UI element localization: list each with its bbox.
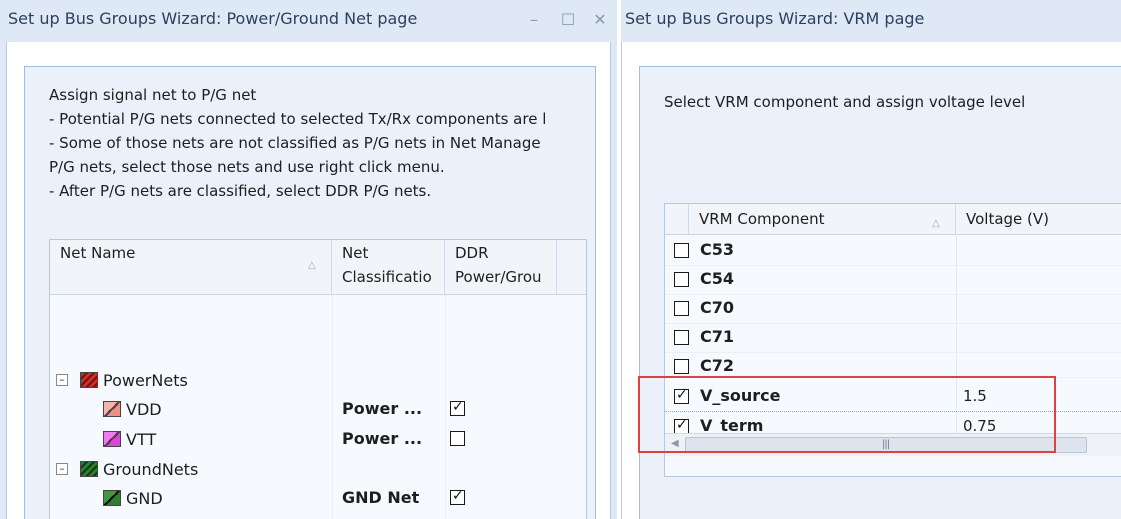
column-header-line: DDR [455,244,489,262]
sort-asc-icon: △ [308,260,316,271]
pg-grid-header: Net Name △ Net Classificatio DDR Power/G… [50,240,586,295]
vrm-instruction: Select VRM component and assign voltage … [664,93,1026,111]
net-classification-value: Power ... [342,429,423,448]
collapse-icon[interactable]: – [56,463,68,475]
column-header-voltage-label: Voltage (V) [966,210,1049,228]
right-window-title: Set up Bus Groups Wizard: VRM page [625,9,925,28]
vrm-row[interactable]: C70 [665,294,1121,324]
sort-asc-icon: △ [932,218,940,229]
instruction-line: - Some of those nets are not classified … [49,134,541,152]
ddr-pg-checkbox[interactable]: ✓ [450,488,465,505]
ddr-pg-checkbox[interactable]: ✓ [450,399,465,416]
vrm-row[interactable]: C54 [665,265,1121,295]
vrm-component-name: C70 [700,298,735,317]
highlight-box [638,376,1056,453]
column-header-vrm-component-label: VRM Component [699,210,825,228]
close-button[interactable]: ✕ [587,6,613,34]
vrm-component-name: C53 [700,240,735,259]
column-header-net-classification[interactable]: Net Classificatio [332,240,445,294]
vrm-row[interactable]: C71 [665,323,1121,353]
tree-node-label: GND [126,489,163,508]
column-header-line: Classificatio [342,268,432,286]
ground-net-icon [103,490,121,506]
column-header-net-name-label: Net Name [60,244,136,262]
tree-row-vtt[interactable]: VTT Power ... [50,425,586,454]
vrm-row[interactable]: C53 [665,236,1121,266]
tree-node-label: PowerNets [103,371,188,390]
ddr-pg-checkbox[interactable] [450,431,465,446]
column-header-net-name[interactable]: Net Name △ [50,240,332,294]
instruction-line: - After P/G nets are classified, select … [49,182,432,200]
instruction-line: Assign signal net to P/G net [49,86,257,104]
vrm-checkbox[interactable] [674,330,689,345]
power-net-group-icon [80,372,98,388]
column-header-voltage[interactable]: Voltage (V) [956,204,1121,234]
tree-node-label: GroundNets [103,460,199,479]
net-classification-value: GND Net [342,488,420,507]
left-title-bar[interactable]: Set up Bus Groups Wizard: Power/Ground N… [0,0,617,42]
vrm-component-name: C71 [700,327,735,346]
power-net-icon [103,431,121,447]
column-header-line: Power/Grou [455,268,542,286]
tree-node-label: VDD [126,400,162,419]
vrm-component-name: C72 [700,356,735,375]
checkmark-icon: ✓ [452,399,464,415]
minimize-button[interactable]: – [521,6,547,34]
row-header-column [665,204,689,234]
tree-row-powernets[interactable]: – PowerNets [50,366,586,395]
power-ground-net-window: Set up Bus Groups Wizard: Power/Ground N… [0,0,617,519]
left-window-controls: – ☐ ✕ [517,6,617,34]
tree-row-gnd[interactable]: GND GND Net ✓ [50,484,586,513]
vrm-component-name: C54 [700,269,735,288]
pg-instructions: Assign signal net to P/G net - Potential… [49,83,546,203]
power-net-icon [103,401,121,417]
vrm-checkbox[interactable] [674,301,689,316]
tree-row-vdd[interactable]: VDD Power ... ✓ [50,395,586,424]
checkmark-icon: ✓ [452,488,464,504]
left-page: Assign signal net to P/G net - Potential… [6,42,611,519]
tree-node-label: VTT [126,430,157,449]
right-title-bar[interactable]: Set up Bus Groups Wizard: VRM page [621,0,1121,42]
vrm-checkbox[interactable] [674,359,689,374]
instruction-line: P/G nets, select those nets and use righ… [49,158,445,176]
pg-net-tree-grid[interactable]: Net Name △ Net Classificatio DDR Power/G… [49,239,587,519]
collapse-icon[interactable]: – [56,374,68,386]
maximize-button[interactable]: ☐ [555,6,581,34]
tree-row-groundnets[interactable]: – GroundNets [50,455,586,484]
vrm-checkbox[interactable] [674,243,689,258]
left-window-title: Set up Bus Groups Wizard: Power/Ground N… [8,9,418,28]
vrm-checkbox[interactable] [674,272,689,287]
vrm-grid-header: VRM Component △ Voltage (V) [665,204,1121,235]
instruction-line: - Potential P/G nets connected to select… [49,110,547,128]
column-header-line: Net [342,244,369,262]
ground-net-group-icon [80,461,98,477]
vrm-row[interactable]: C72 [665,352,1121,378]
net-classification-value: Power ... [342,399,423,418]
column-header-vrm-component[interactable]: VRM Component △ [689,204,956,234]
column-header-ddr-power-ground[interactable]: DDR Power/Grou [445,240,557,294]
left-content-frame: Assign signal net to P/G net - Potential… [24,66,596,519]
